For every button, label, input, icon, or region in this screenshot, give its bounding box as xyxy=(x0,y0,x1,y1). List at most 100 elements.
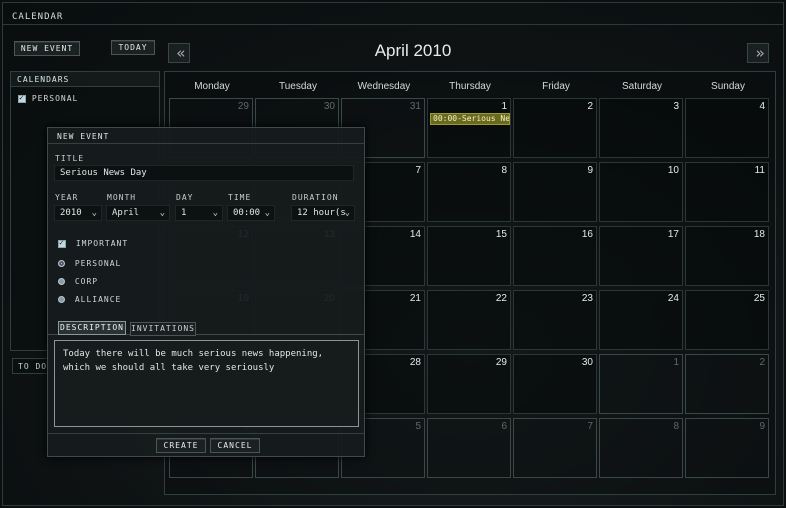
double-chevron-right-icon[interactable]: » xyxy=(747,43,769,63)
day-cell[interactable]: 25 xyxy=(685,290,769,350)
day-number: 1 xyxy=(501,101,507,112)
day-cell[interactable]: 23 xyxy=(513,290,597,350)
description-textarea[interactable]: Today there will be much serious news ha… xyxy=(54,340,359,427)
checkbox-icon[interactable] xyxy=(58,238,66,248)
day-number: 2 xyxy=(759,357,765,368)
chevron-down-icon: ⌄ xyxy=(212,208,218,218)
day-select[interactable]: 1 ⌄ xyxy=(175,205,223,221)
radio-icon[interactable] xyxy=(58,278,65,285)
day-number: 4 xyxy=(759,101,765,112)
calendars-header: CALENDARS xyxy=(11,72,159,87)
day-number: 6 xyxy=(501,421,507,432)
chevron-down-icon: ⌄ xyxy=(264,208,270,218)
day-number: 7 xyxy=(587,421,593,432)
year-value: 2010 xyxy=(60,208,82,218)
title-input[interactable]: Serious News Day xyxy=(54,165,354,181)
day-header-friday: Friday xyxy=(542,81,570,92)
day-number: 16 xyxy=(581,229,593,240)
radio-corp-label: CORP xyxy=(74,277,99,286)
day-cell[interactable]: 8 xyxy=(427,162,511,222)
radio-personal-label: PERSONAL xyxy=(74,259,122,268)
day-number: 9 xyxy=(587,165,593,176)
day-number: 3 xyxy=(673,101,679,112)
day-cell[interactable]: 7 xyxy=(513,418,597,478)
day-number: 9 xyxy=(759,421,765,432)
day-cell[interactable]: 9 xyxy=(685,418,769,478)
calendar-event[interactable]: 00:00-Serious Ne xyxy=(430,113,510,125)
day-number: 25 xyxy=(753,293,765,304)
day-number: 10 xyxy=(667,165,679,176)
time-select[interactable]: 00:00 ⌄ xyxy=(227,205,275,221)
day-cell[interactable]: 24 xyxy=(599,290,683,350)
day-number: 30 xyxy=(581,357,593,368)
day-header-wednesday: Wednesday xyxy=(357,81,411,92)
cancel-button[interactable]: CANCEL xyxy=(210,438,260,453)
day-cell[interactable]: 16 xyxy=(513,226,597,286)
day-cell[interactable]: 15 xyxy=(427,226,511,286)
create-button[interactable]: CREATE xyxy=(156,438,206,453)
day-number: 21 xyxy=(409,293,421,304)
radio-corp-row[interactable]: CORP xyxy=(58,277,98,286)
day-cell[interactable]: 1 xyxy=(599,354,683,414)
day-cell[interactable]: 1 00:00-Serious Ne xyxy=(427,98,511,158)
day-cell[interactable]: 2 xyxy=(513,98,597,158)
day-header-sunday: Sunday xyxy=(711,81,745,92)
tab-invitations[interactable]: INVITATIONS xyxy=(130,322,196,336)
radio-icon[interactable] xyxy=(58,296,65,303)
day-cell[interactable]: 10 xyxy=(599,162,683,222)
new-event-button[interactable]: NEW EVENT xyxy=(14,41,80,56)
month-title: April 2010 xyxy=(374,41,452,60)
day-number: 8 xyxy=(673,421,679,432)
day-label: DAY xyxy=(176,193,194,202)
day-cell[interactable]: 4 xyxy=(685,98,769,158)
day-header-thursday: Thursday xyxy=(449,81,491,92)
duration-value: 12 hour(s xyxy=(297,208,346,218)
month-value: April xyxy=(112,208,140,218)
todo-header[interactable]: TO DO xyxy=(12,358,50,374)
radio-personal-row[interactable]: PERSONAL xyxy=(58,259,121,268)
radio-selected-icon[interactable] xyxy=(58,260,65,267)
radio-alliance-label: ALLIANCE xyxy=(74,295,122,304)
day-cell[interactable]: 18 xyxy=(685,226,769,286)
duration-label: DURATION xyxy=(292,193,339,202)
dialog-title: NEW EVENT xyxy=(48,128,364,144)
checkbox-icon[interactable] xyxy=(18,93,26,103)
day-header-monday: Monday xyxy=(194,81,230,92)
day-cell[interactable]: 3 xyxy=(599,98,683,158)
day-cell[interactable]: 6 xyxy=(427,418,511,478)
day-cell[interactable]: 11 xyxy=(685,162,769,222)
day-number: 2 xyxy=(587,101,593,112)
day-number: 23 xyxy=(581,293,593,304)
calendar-personal-label: PERSONAL xyxy=(31,94,79,103)
radio-alliance-row[interactable]: ALLIANCE xyxy=(58,295,121,304)
important-checkbox-row[interactable]: IMPORTANT xyxy=(58,238,128,248)
day-cell[interactable]: 29 xyxy=(427,354,511,414)
day-cell[interactable]: 8 xyxy=(599,418,683,478)
today-button[interactable]: TODAY xyxy=(111,40,155,55)
double-chevron-left-icon[interactable]: « xyxy=(168,43,190,63)
day-header-tuesday: Tuesday xyxy=(279,81,317,92)
day-number: 15 xyxy=(495,229,507,240)
day-number: 31 xyxy=(409,101,421,112)
duration-select[interactable]: 12 hour(s ⌄ xyxy=(291,205,355,221)
day-cell[interactable]: 30 xyxy=(513,354,597,414)
chevron-down-icon: ⌄ xyxy=(91,208,97,218)
new-event-dialog: NEW EVENT TITLE Serious News Day YEAR 20… xyxy=(47,127,365,457)
day-header-saturday: Saturday xyxy=(621,81,663,92)
day-number: 8 xyxy=(501,165,507,176)
day-cell[interactable]: 9 xyxy=(513,162,597,222)
day-number: 18 xyxy=(753,229,765,240)
day-number: 28 xyxy=(409,357,421,368)
time-value: 00:00 xyxy=(233,208,261,218)
day-cell[interactable]: 22 xyxy=(427,290,511,350)
day-cell[interactable]: 2 xyxy=(685,354,769,414)
day-number: 24 xyxy=(667,293,679,304)
day-value: 1 xyxy=(181,208,187,218)
month-select[interactable]: April ⌄ xyxy=(106,205,170,221)
day-number: 30 xyxy=(323,101,335,112)
day-cell[interactable]: 17 xyxy=(599,226,683,286)
chevron-down-icon: ⌄ xyxy=(344,206,350,220)
calendar-personal-row[interactable]: PERSONAL xyxy=(18,93,79,103)
year-select[interactable]: 2010 ⌄ xyxy=(54,205,102,221)
tab-description[interactable]: DESCRIPTION xyxy=(58,321,126,335)
